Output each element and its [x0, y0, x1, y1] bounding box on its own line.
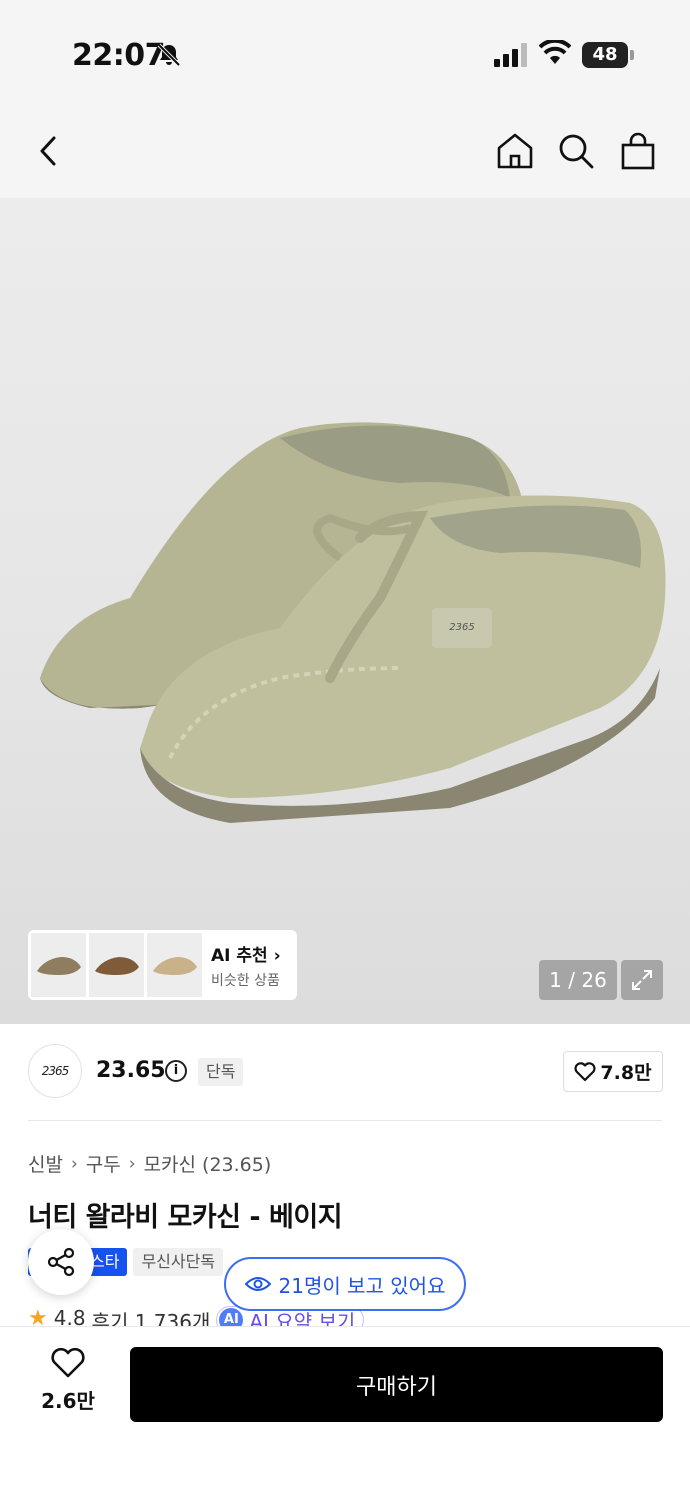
brand-like-count: 7.8만	[600, 1062, 652, 1084]
bottom-action-bar: 2.6만 구매하기	[0, 1326, 690, 1500]
brand-logo[interactable]: 2365	[28, 1044, 82, 1098]
share-icon	[47, 1247, 75, 1277]
divider	[28, 1120, 662, 1121]
heart-icon	[51, 1347, 85, 1378]
heart-icon	[574, 1061, 596, 1081]
product-image-carousel[interactable]: 2365 AI 추천 › 비슷한 상품 1 / 26	[0, 198, 690, 1024]
breadcrumb-item[interactable]: 구두	[86, 1150, 121, 1177]
brand-like-button[interactable]: 7.8만	[563, 1051, 663, 1092]
eye-icon	[244, 1277, 271, 1291]
chevron-right-icon: ›	[128, 1153, 136, 1174]
ai-recommend-subtitle: 비슷한 상품	[211, 972, 280, 989]
status-bar: 22:07 48	[0, 0, 690, 105]
chevron-right-icon: ›	[70, 1153, 78, 1174]
breadcrumb-item[interactable]: 모카신 (23.65)	[144, 1150, 272, 1177]
breadcrumb: 신발 › 구두 › 모카신 (23.65)	[28, 1150, 271, 1177]
battery-cap	[630, 50, 634, 60]
share-button[interactable]	[28, 1229, 94, 1295]
svg-text:2365: 2365	[449, 622, 474, 633]
favorite-count: 2.6만	[41, 1389, 95, 1413]
chevron-right-icon: ›	[273, 945, 281, 966]
breadcrumb-item[interactable]: 신발	[28, 1150, 63, 1177]
status-time: 22:07	[72, 38, 166, 73]
back-icon	[40, 136, 56, 166]
cart-button[interactable]	[616, 129, 660, 173]
star-icon: ★	[28, 1306, 48, 1326]
expand-image-button[interactable]	[621, 960, 663, 1000]
battery-indicator: 48	[582, 42, 628, 68]
viewing-now-pill: 21명이 보고 있어요	[224, 1257, 466, 1311]
search-icon	[559, 134, 594, 169]
review-count[interactable]: 후기 1,736개	[92, 1306, 211, 1326]
exclusive-badge: 단독	[198, 1058, 244, 1086]
info-icon[interactable]: i	[165, 1060, 187, 1082]
expand-icon	[632, 970, 652, 990]
ai-badge: AI	[219, 1308, 244, 1326]
bell-muted-icon	[157, 43, 181, 67]
search-button[interactable]	[554, 129, 598, 173]
wifi-icon	[539, 40, 571, 64]
image-counter: 1 / 26	[539, 960, 617, 1000]
back-button[interactable]	[26, 129, 70, 173]
recommend-thumb[interactable]	[89, 933, 144, 997]
recommend-thumb[interactable]	[31, 933, 86, 997]
ai-recommend-card[interactable]: AI 추천 › 비슷한 상품	[28, 930, 297, 1000]
cellular-signal-icon	[494, 43, 527, 67]
ai-recommend-title: AI 추천	[211, 945, 268, 966]
buy-button[interactable]: 구매하기	[130, 1347, 663, 1422]
recommend-thumb[interactable]	[147, 933, 202, 997]
home-icon	[497, 133, 533, 169]
home-button[interactable]	[493, 129, 537, 173]
rating-value: 4.8	[53, 1306, 86, 1326]
product-image: 2365	[40, 422, 666, 823]
ai-recommend-text[interactable]: AI 추천 › 비슷한 상품	[211, 941, 281, 990]
shopping-bag-icon	[621, 132, 655, 170]
viewing-now-text: 21명이 보고 있어요	[278, 1273, 446, 1298]
top-nav	[0, 105, 690, 198]
product-title: 너티 왈라비 모카신 - 베이지	[28, 1202, 343, 1233]
exclusive-tag: 무신사단독	[133, 1248, 224, 1276]
favorite-button[interactable]: 2.6만	[30, 1347, 106, 1414]
brand-name[interactable]: 23.65	[96, 1058, 166, 1083]
